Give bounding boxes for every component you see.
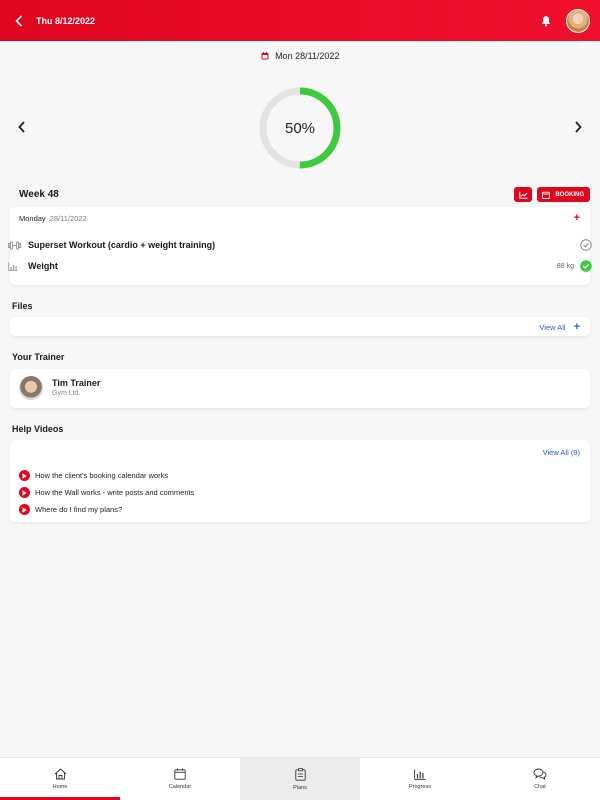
add-activity-button[interactable]: + xyxy=(574,212,580,224)
trainer-card[interactable]: Tim Trainer Gym Ltd. xyxy=(10,369,590,408)
tab-chat[interactable]: Chat xyxy=(480,758,600,800)
previous-arrow-icon[interactable] xyxy=(16,120,28,134)
tab-home[interactable]: Home xyxy=(0,758,120,800)
files-card: View All + xyxy=(10,317,590,336)
selected-date: Mon 28/11/2022 xyxy=(275,51,340,61)
calendar-icon xyxy=(542,191,551,199)
user-avatar[interactable] xyxy=(566,8,590,33)
booking-label: BOOKING xyxy=(555,191,584,198)
play-icon xyxy=(19,504,30,515)
day-header: Monday 28/11/2022 xyxy=(19,214,87,223)
trainer-avatar xyxy=(19,376,43,400)
bottom-tab-bar: Home Calendar Plans Progress Chat xyxy=(0,757,600,800)
trainer-org: Gym Ltd. xyxy=(52,390,81,397)
tab-label: Home xyxy=(52,784,68,790)
tab-label: Calendar xyxy=(168,784,192,790)
chevron-left-icon xyxy=(15,14,23,27)
help-videos-card: View All (9) How the client's booking ca… xyxy=(10,440,590,522)
tab-progress[interactable]: Progress xyxy=(360,758,480,800)
files-view-all-link[interactable]: View All + xyxy=(539,321,580,333)
calendar-icon xyxy=(261,52,269,60)
play-icon xyxy=(19,470,30,481)
home-icon xyxy=(54,768,66,780)
booking-button[interactable]: BOOKING xyxy=(537,187,590,202)
check-circle-filled-icon[interactable] xyxy=(580,260,592,272)
top-bar: Thu 8/12/2022 xyxy=(0,0,600,41)
weight-value: 88 kg xyxy=(556,262,574,270)
files-title: Files xyxy=(12,301,33,311)
list-item[interactable]: Weight 88 kg xyxy=(8,258,592,274)
calendar-icon xyxy=(174,768,186,780)
week-actions: BOOKING xyxy=(514,187,590,202)
tab-label: Chat xyxy=(534,784,546,790)
weight-label: Weight xyxy=(28,261,58,271)
bell-icon[interactable] xyxy=(540,15,552,27)
list-item[interactable]: Superset Workout (cardio + weight traini… xyxy=(8,237,592,253)
files-view-all-label: View All xyxy=(539,322,566,332)
help-video-item[interactable]: How the Wall works - write posts and com… xyxy=(19,487,194,498)
progress-chart-button[interactable] xyxy=(514,187,533,202)
help-videos-title: Help Videos xyxy=(12,424,64,434)
clipboard-icon xyxy=(294,767,306,781)
help-video-item[interactable]: How the client's booking calendar works xyxy=(19,470,168,481)
back-button[interactable] xyxy=(12,14,26,28)
tab-label: Progress xyxy=(408,783,431,790)
chart-icon xyxy=(519,191,528,199)
bar-chart-icon xyxy=(8,262,18,271)
progress-ring: 50% xyxy=(258,86,342,170)
date-selector[interactable]: Mon 28/11/2022 xyxy=(0,51,600,61)
trainer-name: Tim Trainer xyxy=(52,378,101,388)
help-video-label: How the client's booking calendar works xyxy=(35,471,169,480)
bar-chart-icon xyxy=(414,769,426,780)
day-date: 28/11/2022 xyxy=(49,214,87,223)
next-arrow-icon[interactable] xyxy=(572,120,584,134)
trainer-title: Your Trainer xyxy=(12,352,65,362)
chat-icon xyxy=(533,768,547,780)
day-name: Monday xyxy=(19,214,46,223)
progress-percentage: 50% xyxy=(284,119,316,137)
help-video-label: Where do I find my plans? xyxy=(35,505,123,514)
add-file-icon[interactable]: + xyxy=(574,321,580,333)
help-video-label: How the Wall works - write posts and com… xyxy=(35,488,195,497)
tab-label: Plans xyxy=(293,784,307,791)
play-icon xyxy=(19,487,30,498)
dumbbell-icon xyxy=(8,241,21,249)
week-title: Week 48 xyxy=(19,189,59,200)
check-circle-outline-icon[interactable] xyxy=(580,239,592,251)
workout-label: Superset Workout (cardio + weight traini… xyxy=(28,240,216,250)
help-video-item[interactable]: Where do I find my plans? xyxy=(19,504,122,515)
help-view-all-link[interactable]: View All (9) xyxy=(543,448,580,457)
header-title: Thu 8/12/2022 xyxy=(36,15,96,26)
tab-calendar[interactable]: Calendar xyxy=(120,758,240,800)
tab-plans[interactable]: Plans xyxy=(240,758,360,800)
